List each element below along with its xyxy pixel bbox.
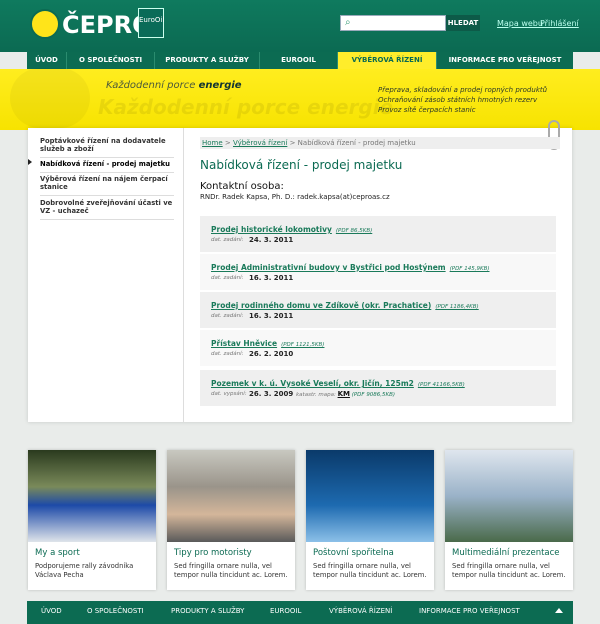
cadastral-map-label: katastr. mapa:: [296, 392, 336, 398]
nav-item-o-spolecnosti[interactable]: O SPOLEČNOSTI: [67, 52, 155, 69]
breadcrumb: Home > Výběrová řízení > Nabídková řízen…: [200, 137, 560, 149]
sidebar-item-dobrovolne-zverejnovani[interactable]: Dobrovolné zveřejňování účasti ve VZ - u…: [40, 199, 174, 220]
euro-oil-logo[interactable]: EuroOil: [138, 8, 164, 38]
offer-title[interactable]: Prodej Administrativní budovy v Bystřici…: [211, 263, 446, 272]
promo-card[interactable]: My a sport Podporujeme rally závodníka V…: [28, 450, 156, 590]
offer-file-size: (PDF 86,5KB): [335, 228, 373, 234]
card-title[interactable]: Poštovní spořitelna: [313, 548, 394, 558]
offer-date: 16. 3. 2011: [249, 312, 294, 320]
offer-link[interactable]: Přístav Hněvice (PDF 1121,5KB): [211, 339, 324, 348]
offer-link[interactable]: Prodej rodinného domu ve Zdíkově (okr. P…: [211, 301, 479, 310]
offer-file-size: (PDF 1186,4KB): [435, 304, 479, 310]
search-icon: ⌕: [345, 17, 351, 28]
page-title: Nabídková řízení - prodej majetku: [200, 158, 403, 172]
offer-link[interactable]: Prodej Administrativní budovy v Bystřici…: [211, 263, 490, 272]
eurooil-card-image[interactable]: [306, 450, 434, 542]
banner-info-line: Provoz sítě čerpacích stanic: [378, 106, 476, 114]
offer-file-size: (PDF 145,9KB): [449, 266, 490, 272]
offer-file-size: (PDF 41166,5KB): [417, 382, 465, 388]
footer-link-produkty-a-sluzby[interactable]: PRODUKTY A SLUŽBY: [171, 607, 244, 615]
offer-link[interactable]: Prodej historické lokomotivy (PDF 86,5KB): [211, 225, 372, 234]
offer-row: Přístav Hněvice (PDF 1121,5KB) dat. zadán…: [200, 330, 556, 366]
breadcrumb-section[interactable]: Výběrová řízení: [233, 139, 287, 147]
breadcrumb-current: Nabídková řízení - prodej majetku: [297, 139, 416, 147]
breadcrumb-separator: >: [287, 139, 298, 147]
banner-info-line: Přeprava, skladování a prodej ropných pr…: [378, 86, 548, 94]
offer-date-label: dat. zadání:: [211, 313, 244, 319]
nav-item-informace-pro-verejnost[interactable]: INFORMACE PRO VEŘEJNOST: [437, 52, 573, 69]
banner-slogan: Každodenní porce energie: [106, 80, 242, 91]
breadcrumb-separator: >: [222, 139, 233, 147]
nav-item-eurooil[interactable]: EUROOIL: [260, 52, 338, 69]
offer-date-label: dat. zadání:: [211, 237, 244, 243]
rally-car-image[interactable]: [28, 450, 156, 542]
footer-nav: ÚVOD O SPOLEČNOSTI PRODUKTY A SLUŽBY EUR…: [27, 601, 573, 624]
card-title[interactable]: Tipy pro motoristy: [174, 548, 252, 558]
scroll-up-icon[interactable]: [555, 608, 563, 613]
card-title[interactable]: Multimediální prezentace: [452, 548, 560, 558]
offer-date: 24. 3. 2011: [249, 236, 294, 244]
slogan-watermark: Každodenní porce energie: [98, 95, 394, 119]
sidebar-item-najem-cerpaci-stanice[interactable]: Výběrová řízení na nájem čerpací stanice: [40, 175, 174, 196]
offer-link[interactable]: Pozemek v k. ú. Vysoké Veselí, okr. Jičí…: [211, 379, 465, 388]
cadastral-map: katastr. mapa: KM (PDF 9086,5KB): [296, 390, 395, 398]
login-link[interactable]: Přihlášení: [540, 19, 579, 28]
card-text: Sed fringilla ornare nulla, vel tempor n…: [452, 562, 566, 579]
card-text: Sed fringilla ornare nulla, vel tempor n…: [174, 562, 288, 579]
banner-info: Přeprava, skladování a prodej ropných pr…: [378, 85, 547, 115]
family-car-image[interactable]: [167, 450, 295, 542]
bird-watermark-icon: [10, 68, 90, 128]
slogan-plain: Každodenní porce: [106, 80, 199, 91]
footer-link-eurooil[interactable]: EUROOIL: [270, 607, 301, 615]
sitemap-link[interactable]: Mapa webu: [497, 19, 543, 28]
cadastral-map-link[interactable]: KM: [338, 390, 350, 398]
nav-item-uvod[interactable]: ÚVOD: [27, 52, 67, 69]
promo-card[interactable]: Multimediální prezentace Sed fringilla o…: [445, 450, 573, 590]
promo-card[interactable]: Poštovní spořitelna Sed fringilla ornare…: [306, 450, 434, 590]
nav-item-vyberova-rizeni[interactable]: VÝBĚROVÁ ŘÍZENÍ: [338, 52, 437, 69]
sidebar-item-nabidkova-rizeni[interactable]: Nabídková řízení - prodej majetku: [40, 160, 174, 173]
offer-row: Prodej Administrativní budovy v Bystřici…: [200, 254, 556, 290]
contact-person: RNDr. Radek Kapsa, Ph. D.: radek.kapsa(a…: [200, 193, 390, 201]
footer-link-vyberova-rizeni[interactable]: VÝBĚROVÁ ŘÍZENÍ: [329, 607, 392, 615]
offer-date: 16. 3. 2011: [249, 274, 294, 282]
active-arrow-icon: [28, 159, 32, 165]
contact-heading: Kontaktní osoba:: [200, 181, 284, 192]
sidebar-item-poptavkove-rizeni[interactable]: Poptávkové řízení na dodavatele služeb a…: [40, 137, 174, 158]
offer-file-size: (PDF 1121,5KB): [281, 342, 325, 348]
offer-title[interactable]: Přístav Hněvice: [211, 339, 277, 348]
offer-date-label: dat. vypsání:: [211, 391, 247, 397]
search-input[interactable]: [340, 15, 446, 31]
offer-title[interactable]: Prodej rodinného domu ve Zdíkově (okr. P…: [211, 301, 431, 310]
cepro-logo-icon[interactable]: [30, 9, 60, 39]
offer-date: 26. 2. 2010: [249, 350, 294, 358]
offer-title[interactable]: Prodej historické lokomotivy: [211, 225, 332, 234]
offer-date-label: dat. zadání:: [211, 275, 244, 281]
offer-title[interactable]: Pozemek v k. ú. Vysoké Veselí, okr. Jičí…: [211, 379, 414, 388]
card-text: Sed fringilla ornare nulla, vel tempor n…: [313, 562, 427, 579]
offer-row: Prodej historické lokomotivy (PDF 86,5KB)…: [200, 216, 556, 252]
cadastral-map-file-size: (PDF 9086,5KB): [351, 392, 396, 398]
footer-link-o-spolecnosti[interactable]: O SPOLEČNOSTI: [87, 607, 144, 615]
banner-info-line: Ochraňování zásob státních hmotných reze…: [378, 96, 538, 104]
slogan-bold: energie: [198, 80, 242, 91]
offer-row: Prodej rodinného domu ve Zdíkově (okr. P…: [200, 292, 556, 328]
card-title[interactable]: My a sport: [35, 548, 80, 558]
main-nav: ÚVOD O SPOLEČNOSTI PRODUKTY A SLUŽBY EUR…: [27, 52, 573, 69]
card-text: Podporujeme rally závodníka Václava Pech…: [35, 562, 134, 579]
search-button[interactable]: HLEDAT: [446, 15, 480, 31]
nav-item-produkty-a-sluzby[interactable]: PRODUKTY A SLUŽBY: [155, 52, 260, 69]
promo-card[interactable]: Tipy pro motoristy Sed fringilla ornare …: [167, 450, 295, 590]
footer-link-uvod[interactable]: ÚVOD: [41, 607, 62, 615]
offer-date-label: dat. zadání:: [211, 351, 244, 357]
offer-row: Pozemek v k. ú. Vysoké Veselí, okr. Jičí…: [200, 370, 556, 406]
breadcrumb-home[interactable]: Home: [202, 139, 223, 147]
offer-date: 26. 3. 2009: [249, 390, 294, 398]
hummingbird-image[interactable]: [445, 450, 573, 542]
footer-link-informace-pro-verejnost[interactable]: INFORMACE PRO VEŘEJNOST: [419, 607, 520, 615]
